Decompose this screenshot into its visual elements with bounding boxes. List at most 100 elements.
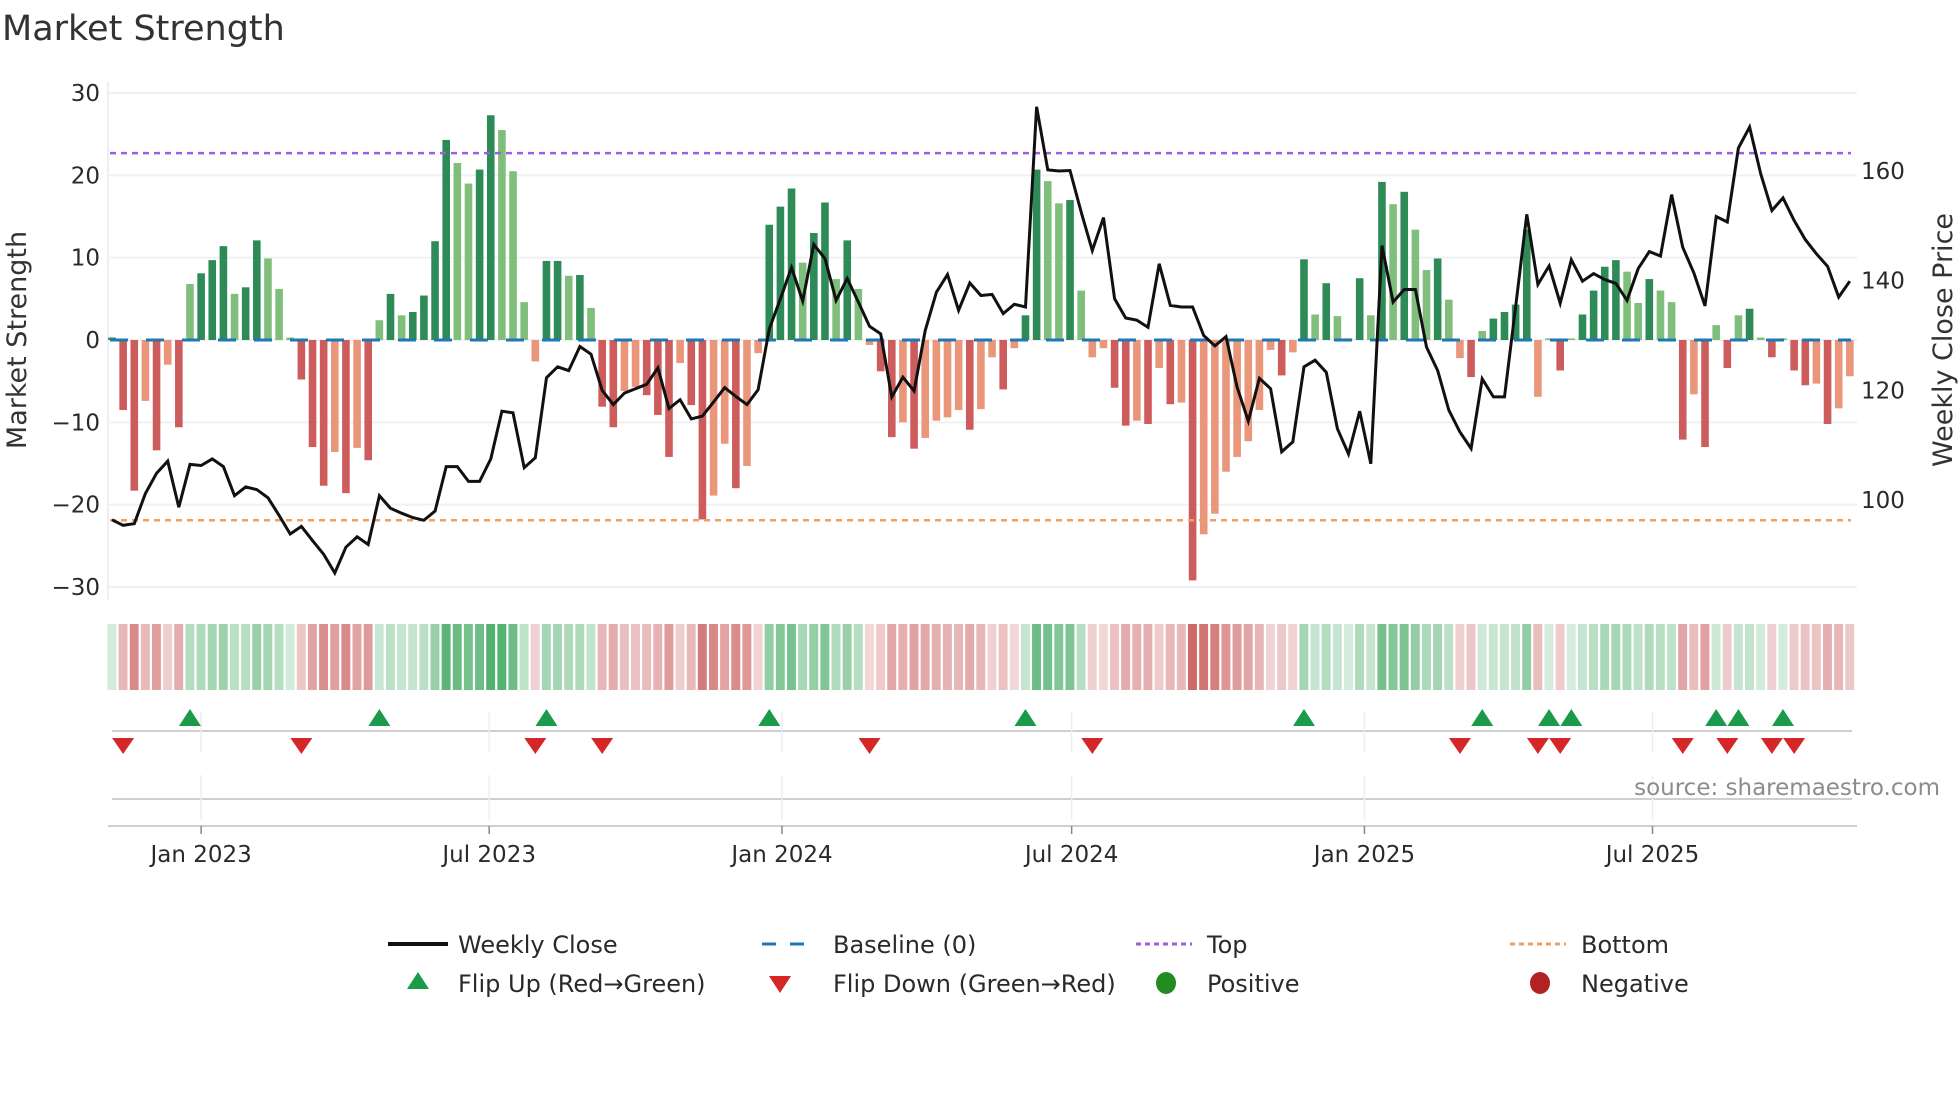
- heatmap-cell: [708, 624, 718, 690]
- strength-bar: [587, 307, 595, 340]
- strength-bar: [1489, 318, 1498, 340]
- flip-up-marker: [1560, 709, 1583, 726]
- strength-bar: [331, 340, 339, 452]
- heatmap-cell: [1822, 624, 1832, 690]
- heatmap-cell: [296, 624, 306, 690]
- heatmap-cell: [196, 624, 206, 690]
- legend-item-flip-up: Flip Up (Red→Green): [407, 970, 706, 998]
- strength-bar: [1389, 204, 1397, 340]
- strength-bar: [397, 315, 406, 340]
- heatmap-cell: [1633, 624, 1643, 690]
- heatmap-cell: [1221, 624, 1231, 690]
- heatmap-cell: [1288, 624, 1298, 690]
- legend-item-flip-down: Flip Down (Green→Red): [769, 970, 1116, 998]
- heatmap-cell: [1277, 624, 1287, 690]
- heatmap-cell: [1544, 624, 1554, 690]
- heatmap-cell: [653, 624, 663, 690]
- strength-bar: [1456, 340, 1464, 359]
- y2-tick-label: 160: [1861, 159, 1905, 185]
- strength-bar: [1411, 229, 1420, 340]
- heatmap-cell: [274, 624, 284, 690]
- heatmap-cell: [1154, 624, 1164, 690]
- heatmap-cell: [1711, 624, 1721, 690]
- heatmap-cell: [1689, 624, 1699, 690]
- strength-bar: [1534, 340, 1542, 397]
- legend-item-negative: Negative: [1530, 970, 1689, 998]
- heatmap-cell: [519, 624, 529, 690]
- heatmap-cell: [140, 624, 150, 690]
- y-tick-label: 20: [71, 163, 100, 189]
- strength-bar: [175, 340, 183, 428]
- heatmap-cell: [1265, 624, 1275, 690]
- strength-bar: [1043, 181, 1052, 340]
- strength-bar: [1556, 340, 1564, 371]
- heatmap-cell: [218, 624, 228, 690]
- heatmap-cell: [697, 624, 707, 690]
- strength-bar: [1645, 279, 1654, 340]
- heatmap-cell: [664, 624, 674, 690]
- strength-bar: [631, 340, 640, 387]
- market-strength-chart: Market Strength 3020100−10−20−30 1601401…: [2, 9, 1959, 998]
- y-tick-label: 10: [71, 246, 100, 272]
- strength-bar: [152, 340, 161, 451]
- strength-bar: [1578, 314, 1587, 340]
- flip-up-marker: [758, 709, 781, 726]
- legend-item-weekly-close: Weekly Close: [388, 931, 618, 959]
- x-tick-label: Jan 2024: [729, 842, 832, 868]
- y2-tick-label: 140: [1861, 269, 1905, 295]
- heatmap-cell: [1767, 624, 1777, 690]
- heatmap-cell: [686, 624, 696, 690]
- strength-bar: [943, 340, 952, 418]
- strength-bar: [1021, 315, 1030, 340]
- flip-up-marker: [1727, 709, 1750, 726]
- strength-bar: [977, 340, 985, 410]
- y-tick-label: 30: [71, 81, 100, 107]
- legend-label: Top: [1206, 931, 1248, 959]
- y-tick-label: −30: [51, 575, 100, 601]
- flip-up-marker: [1538, 709, 1561, 726]
- heatmap-cell: [1210, 624, 1220, 690]
- flip-down-marker: [1448, 738, 1471, 754]
- heatmap-cell: [419, 624, 429, 690]
- heatmap-cell: [1310, 624, 1320, 690]
- heatmap-cell: [107, 624, 117, 690]
- strength-bar: [230, 293, 239, 340]
- strength-bar: [353, 340, 361, 448]
- strength-bar: [253, 240, 261, 340]
- heatmap-cell: [1756, 624, 1766, 690]
- strength-bar: [1723, 340, 1732, 368]
- strength-bar: [1690, 340, 1698, 395]
- heatmap-cell: [742, 624, 752, 690]
- heatmap-cell: [1667, 624, 1676, 690]
- heatmap-cell: [1533, 624, 1543, 690]
- heatmap-cell: [1087, 624, 1097, 690]
- flip-down-marker: [1549, 738, 1572, 754]
- strength-bar: [1846, 340, 1854, 377]
- x-tick-label: Jul 2023: [440, 842, 536, 868]
- heatmap-cell: [853, 624, 863, 690]
- heatmap-cell: [1834, 624, 1844, 690]
- heatmap-cell: [1499, 624, 1509, 690]
- heatmap-cell: [1143, 624, 1153, 690]
- heatmap-cell: [1444, 624, 1454, 690]
- strength-bar: [1367, 315, 1375, 340]
- heatmap-cell: [786, 624, 796, 690]
- strength-bar: [1032, 169, 1041, 340]
- flip-down-marker: [591, 738, 614, 754]
- heatmap-cell: [631, 624, 640, 690]
- triangle-down-icon: [769, 976, 791, 993]
- x-tick-label: Jul 2024: [1023, 842, 1119, 868]
- strength-bar: [1656, 290, 1665, 340]
- heatmap-cell: [1433, 624, 1443, 690]
- heatmap-cell: [987, 624, 997, 690]
- strength-bar: [1812, 340, 1821, 384]
- strength-bar: [1322, 283, 1331, 340]
- heatmap-cell: [441, 624, 451, 690]
- x-tick-label: Jul 2025: [1604, 842, 1700, 868]
- heatmap-cell: [497, 624, 507, 690]
- heatmap-cell: [508, 624, 518, 690]
- strength-bar: [1612, 260, 1620, 340]
- heatmap-cell: [1678, 624, 1688, 690]
- heatmap-cell: [486, 624, 496, 690]
- flip-up-marker: [1772, 709, 1794, 726]
